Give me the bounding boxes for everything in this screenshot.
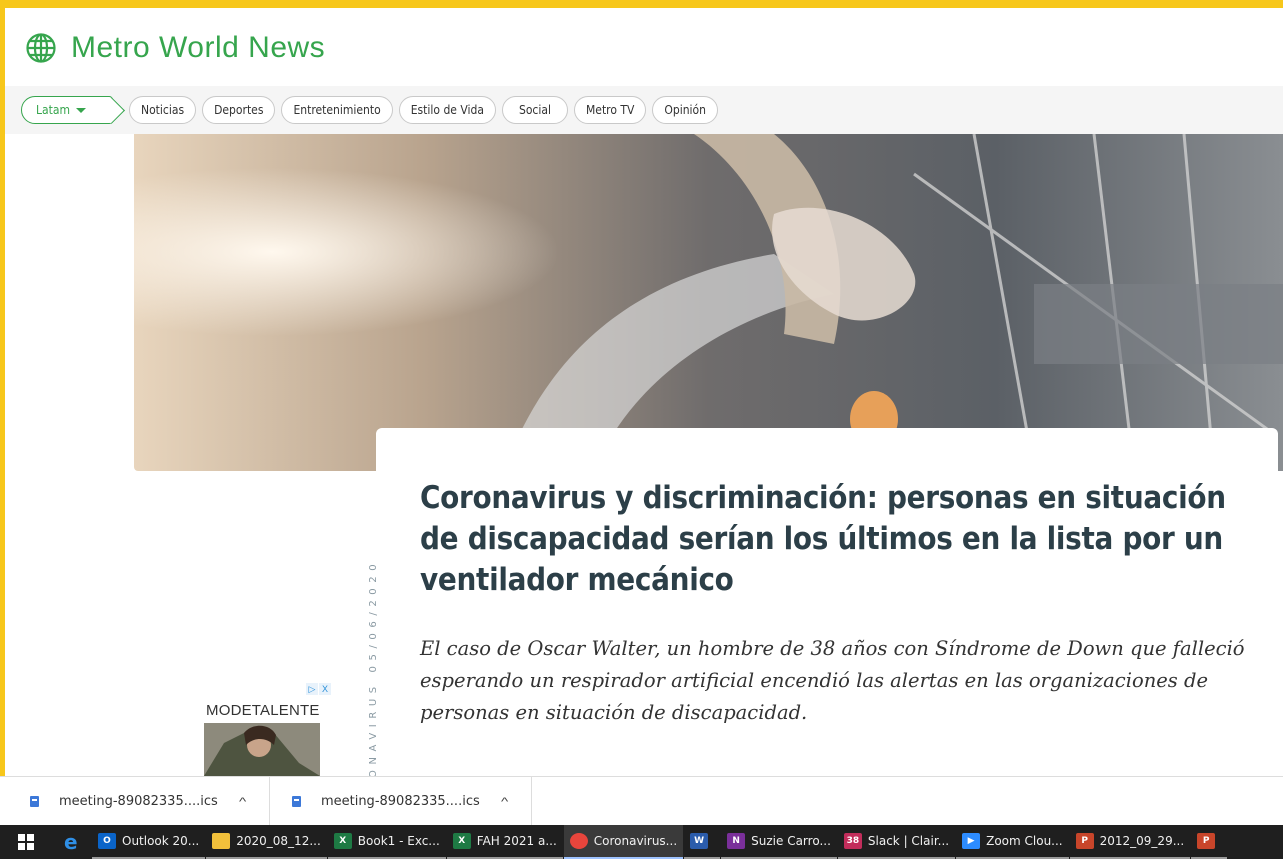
article-dateline: ONAVIRUS 05/06/2020	[360, 488, 390, 776]
edition-selector[interactable]: Latam	[21, 96, 125, 124]
taskbar-item-powerpoint[interactable]: P	[1191, 825, 1228, 859]
taskbar-item-label: 2012_09_29...	[1099, 834, 1185, 848]
file-explorer-icon	[212, 833, 231, 849]
adchoices-badge[interactable]: ▷ X	[305, 683, 331, 695]
section-nav: Latam Noticias Deportes Entretenimiento …	[5, 86, 1283, 134]
close-ad-icon[interactable]: X	[319, 683, 331, 695]
taskbar-item-powerpoint-2012[interactable]: P 2012_09_29...	[1069, 825, 1191, 859]
taskbar-item-label: Slack | Clair...	[867, 834, 950, 848]
powerpoint-2012-icon: P	[1075, 833, 1094, 849]
taskbar-apps: O Outlook 20... 2020_08_12... X Book1 - Exc.…	[92, 825, 1228, 859]
excel-fah-icon: X	[452, 833, 471, 849]
taskbar-item-slack[interactable]: 38 Slack | Clair...	[837, 825, 956, 859]
article-lead: El caso de Oscar Walter, un hombre de 38…	[420, 637, 1245, 724]
download-filename: meeting-89082335....ics	[59, 794, 218, 809]
taskbar-item-file-explorer[interactable]: 2020_08_12...	[206, 825, 327, 859]
downloads-bar: meeting-89082335....ics ^ meeting-890823…	[0, 776, 1283, 826]
excel-book1-icon: X	[333, 833, 352, 849]
powerpoint-icon: P	[1197, 833, 1216, 849]
slack-icon: 38	[843, 833, 862, 849]
nav-item-deportes[interactable]: Deportes	[202, 96, 276, 124]
start-button[interactable]	[0, 825, 52, 859]
nav-item-opinion[interactable]: Opinión	[652, 96, 719, 124]
ad-image	[204, 723, 320, 776]
taskbar-item-chrome-coronavirus[interactable]: Coronavirus...	[563, 825, 684, 859]
nav-item-metro-tv[interactable]: Metro TV	[573, 96, 647, 124]
article-headline[interactable]: Coronavirus y discriminación: personas e…	[420, 478, 1240, 601]
ad-brand-text: MODETALENTE	[206, 702, 320, 719]
chevron-up-icon[interactable]: ^	[239, 796, 246, 808]
download-filename: meeting-89082335....ics	[320, 794, 480, 809]
site-name: Metro World News	[71, 31, 326, 64]
taskbar-item-label: Outlook 20...	[122, 834, 200, 848]
dateline-text: ONAVIRUS 05/06/2020	[368, 558, 379, 776]
caret-down-icon	[76, 107, 86, 113]
taskbar-item-word[interactable]: W	[684, 825, 721, 859]
word-icon: W	[690, 833, 709, 849]
nav-item-social[interactable]: Social	[501, 96, 568, 124]
taskbar-item-outlook[interactable]: O Outlook 20...	[92, 825, 206, 859]
calendar-file-icon	[30, 796, 39, 807]
download-item[interactable]: meeting-89082335....ics ^	[270, 777, 532, 826]
article-hero-image	[134, 134, 1283, 471]
download-item[interactable]: meeting-89082335....ics ^	[0, 777, 270, 826]
taskbar-item-excel-fah[interactable]: X FAH 2021 a...	[446, 825, 563, 859]
outlook-icon: O	[98, 833, 116, 849]
browser-viewport: Metro World News Latam Noticias Deportes…	[5, 8, 1283, 776]
calendar-file-icon	[291, 796, 301, 807]
onenote-icon: N	[727, 833, 746, 849]
taskbar-item-zoom[interactable]: ▶ Zoom Clou...	[956, 825, 1069, 859]
edition-arrow-tip	[98, 97, 125, 124]
nav-item-estilo-de-vida[interactable]: Estilo de Vida	[398, 96, 496, 124]
windows-taskbar: e O Outlook 20... 2020_08_12... X Book1 - Ex…	[0, 825, 1283, 859]
nav-item-entretenimiento[interactable]: Entretenimiento	[281, 96, 393, 124]
taskbar-item-label: Book1 - Exc...	[357, 834, 440, 848]
taskbar-item-onenote[interactable]: N Suzie Carro...	[721, 825, 837, 859]
windows-logo-icon	[18, 834, 34, 850]
chevron-up-icon[interactable]: ^	[501, 796, 508, 808]
taskbar-item-excel-book1[interactable]: X Book1 - Exc...	[327, 825, 446, 859]
adchoices-icon[interactable]: ▷	[306, 683, 318, 695]
taskbar-item-label: 2020_08_12...	[236, 834, 321, 848]
globe-icon	[26, 33, 56, 63]
edition-label: Latam	[36, 103, 70, 117]
site-logo[interactable]: Metro World News	[25, 28, 325, 68]
chrome-coronavirus-icon	[569, 833, 588, 849]
article-card: Coronavirus y discriminación: personas e…	[376, 428, 1278, 776]
advertisement[interactable]: ▷ X MODETALENTE	[204, 681, 334, 776]
taskbar-item-label: Zoom Clou...	[986, 834, 1063, 848]
nav-item-noticias[interactable]: Noticias	[129, 96, 197, 124]
svg-text:e: e	[64, 832, 78, 852]
taskbar-item-label: FAH 2021 a...	[476, 834, 557, 848]
zoom-icon: ▶	[962, 833, 981, 849]
edge-icon: e	[64, 832, 78, 852]
edge-browser-button[interactable]: e	[52, 825, 92, 859]
taskbar-item-label: Suzie Carro...	[751, 834, 831, 848]
taskbar-item-label: Coronavirus...	[593, 834, 678, 848]
